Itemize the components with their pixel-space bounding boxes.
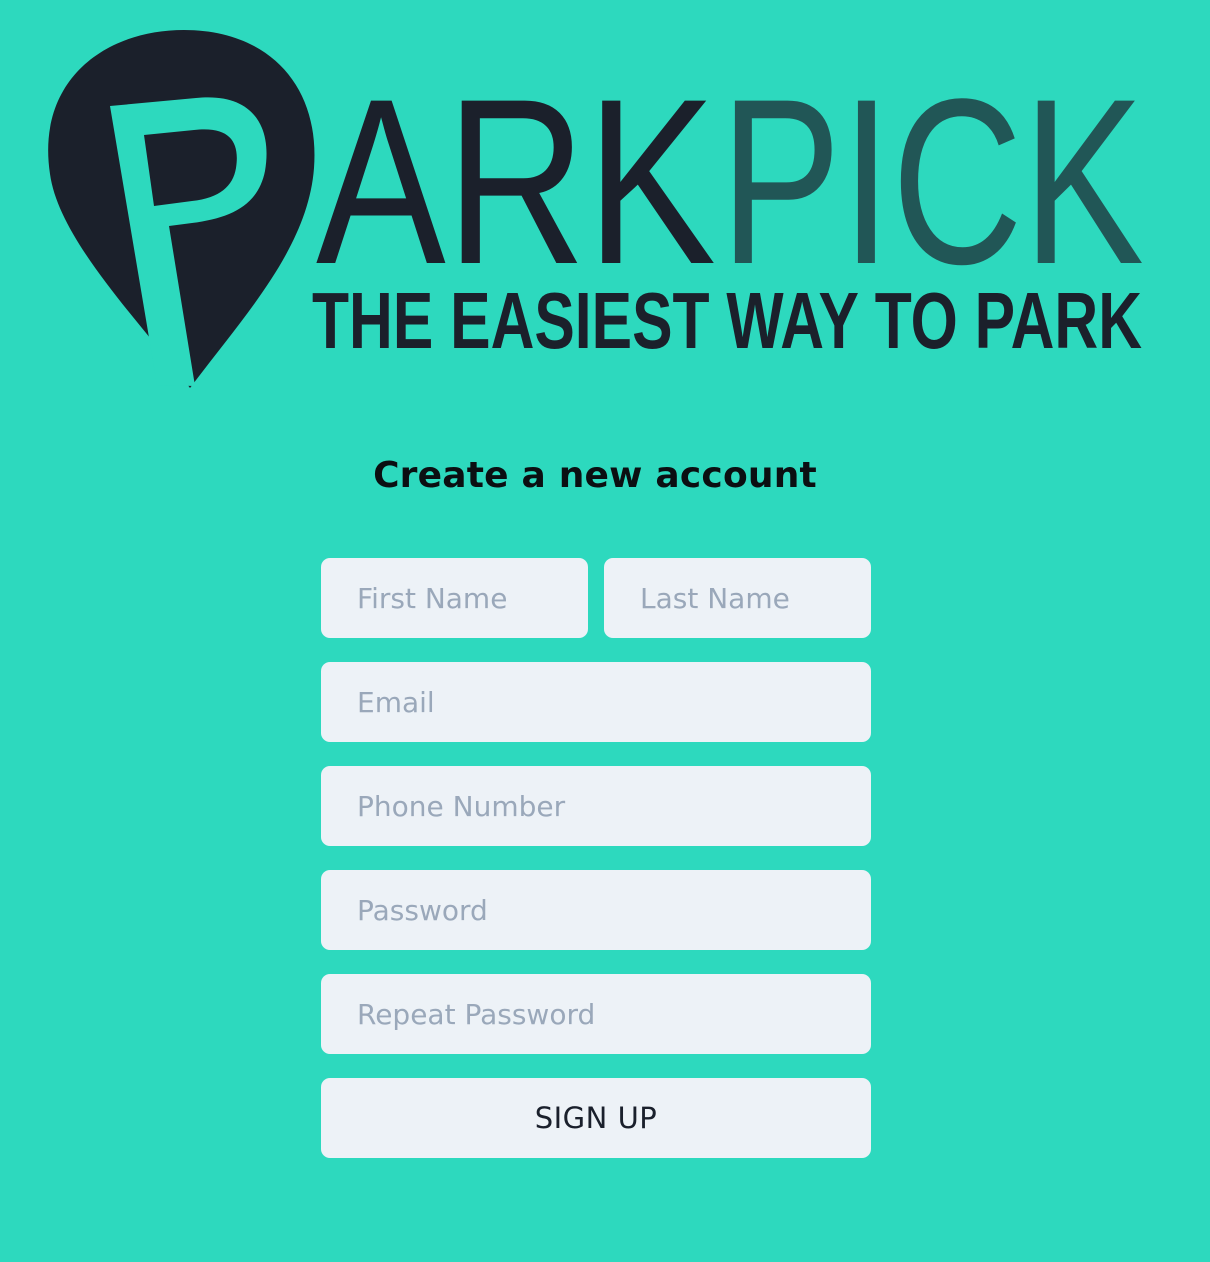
parking-pin-icon — [48, 30, 315, 388]
last-name-input[interactable] — [604, 558, 871, 638]
tagline-text: THE EASIEST WAY TO PARK — [312, 286, 1142, 356]
password-input[interactable] — [321, 870, 871, 950]
brand-wordmark: ARK PICK — [316, 70, 1144, 270]
page-title: Create a new account — [373, 455, 817, 496]
repeat-password-row — [321, 974, 871, 1054]
email-row — [321, 662, 871, 742]
sign-up-button[interactable]: SIGN UP — [321, 1078, 871, 1158]
parkpick-logo: ARK PICK THE EASIEST WAY TO PARK — [0, 0, 1210, 420]
first-name-input[interactable] — [321, 558, 588, 638]
email-input[interactable] — [321, 662, 871, 742]
repeat-password-input[interactable] — [321, 974, 871, 1054]
phone-number-input[interactable] — [321, 766, 871, 846]
phone-row — [321, 766, 871, 846]
brand-word-secondary: PICK — [720, 70, 1144, 270]
signup-form: SIGN UP — [321, 558, 871, 1158]
brand-word-primary: ARK — [316, 70, 716, 270]
brand-tagline: THE EASIEST WAY TO PARK — [312, 286, 1142, 356]
name-row — [321, 558, 871, 638]
password-row — [321, 870, 871, 950]
